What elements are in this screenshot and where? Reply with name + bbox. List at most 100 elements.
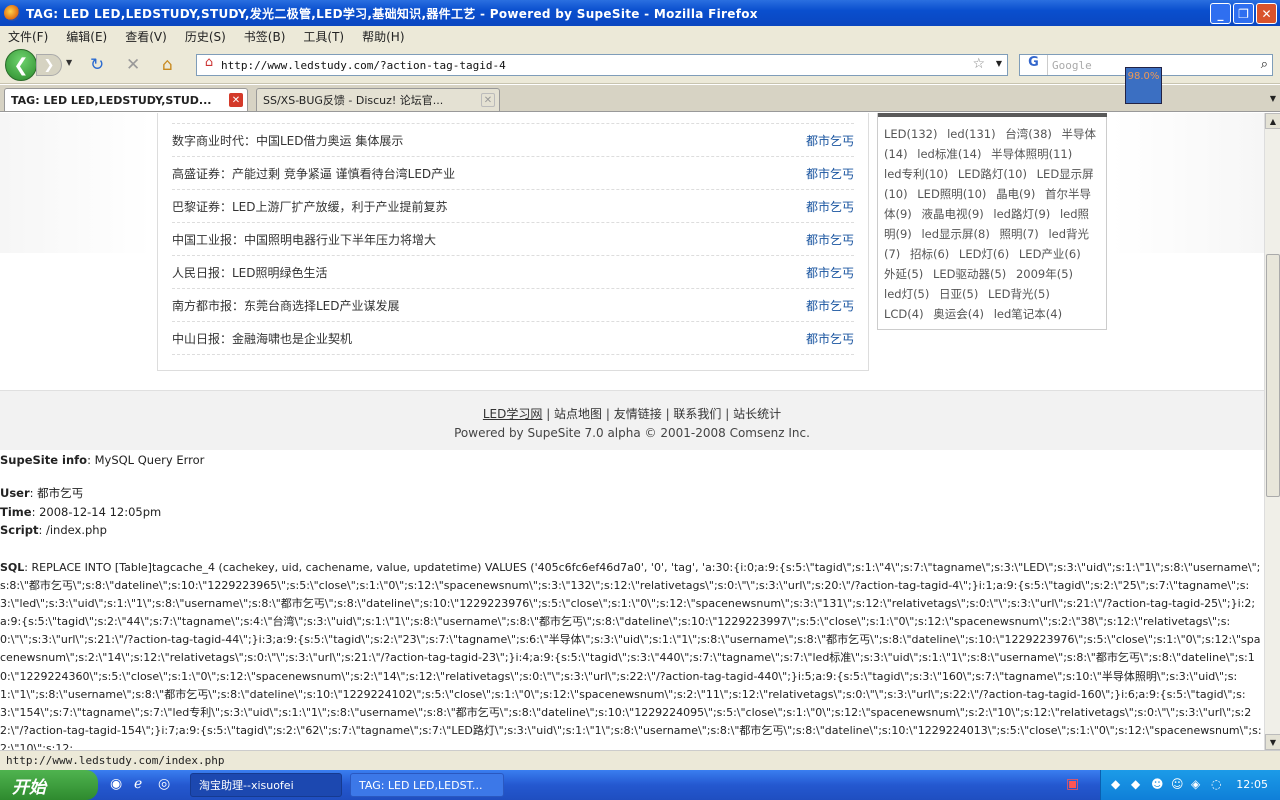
url-dropdown-icon[interactable]: ▼ — [996, 59, 1002, 68]
powered-by-text: Powered by SupeSite 7.0 alpha © 2001-200… — [454, 426, 810, 440]
article-title-link[interactable]: 中山日报：金融海啸也是企业契机 — [172, 330, 352, 347]
footer-link-contact[interactable]: 联系我们 — [673, 407, 721, 421]
list-item[interactable]: 数字商业时代：中国LED借力奥运 集体展示 都市乞丐 — [172, 124, 854, 157]
tray-qq-icon[interactable]: ☻ — [1151, 777, 1164, 791]
scrollbar-thumb[interactable] — [1266, 254, 1280, 497]
tag-link[interactable]: 招标(6) — [910, 247, 949, 261]
tag-link[interactable]: led笔记本(4) — [994, 307, 1062, 321]
menu-edit[interactable]: 编辑(E) — [66, 28, 107, 45]
close-tab-icon[interactable]: ✕ — [229, 93, 243, 107]
menu-help[interactable]: 帮助(H) — [362, 28, 404, 45]
footer-link-stats[interactable]: 站长统计 — [733, 407, 781, 421]
tab-tag-led[interactable]: TAG: LED LED,LEDSTUDY,STUD... ✕ — [4, 88, 248, 111]
article-author-link[interactable]: 都市乞丐 — [806, 165, 854, 182]
article-title-link[interactable]: 中国工业报：中国照明电器行业下半年压力将增大 — [172, 231, 436, 248]
tag-link[interactable]: LCD(4) — [884, 307, 924, 321]
tag-link[interactable]: 奥运会(4) — [933, 307, 984, 321]
article-title-link[interactable]: 人民日报：LED照明绿色生活 — [172, 264, 328, 281]
tag-link[interactable]: LED(132) — [884, 127, 937, 141]
tag-link[interactable]: LED背光(5) — [988, 287, 1050, 301]
article-author-link[interactable]: 都市乞丐 — [806, 231, 854, 248]
tag-link[interactable]: 外延(5) — [884, 267, 923, 281]
tray-s-icon[interactable]: ▣ — [1066, 776, 1079, 792]
reload-icon[interactable]: ↻ — [90, 55, 104, 75]
list-item[interactable]: 南方都市报：东莞台商选择LED产业谋发展 都市乞丐 — [172, 289, 854, 322]
tray-misc-icon[interactable]: ◌ — [1211, 777, 1221, 791]
scroll-up-arrow-icon[interactable]: ▲ — [1265, 113, 1280, 129]
tag-link[interactable]: led标准(14) — [917, 147, 981, 161]
article-author-link[interactable]: 都市乞丐 — [806, 264, 854, 281]
scroll-down-arrow-icon[interactable]: ▼ — [1265, 734, 1280, 750]
history-dropdown-icon[interactable]: ▼ — [66, 58, 72, 67]
tag-link[interactable]: 晶电(9) — [996, 187, 1035, 201]
tray-app-icon[interactable]: ☺ — [1171, 777, 1184, 791]
menu-tools[interactable]: 工具(T) — [303, 28, 344, 45]
tab-discuz-bug[interactable]: SS/XS-BUG反馈 - Discuz! 论坛官... ✕ — [256, 88, 500, 111]
taskbar-item-taobao[interactable]: 淘宝助理--xisuofei — [190, 773, 342, 797]
footer-link-home[interactable]: LED学习网 — [483, 407, 543, 421]
tag-link[interactable]: led显示屏(8) — [921, 227, 989, 241]
forward-button[interactable]: ❯ — [36, 54, 62, 76]
footer-link-friends[interactable]: 友情链接 — [614, 407, 662, 421]
search-icon[interactable]: ⌕ — [1261, 57, 1268, 72]
close-window-button[interactable]: ✕ — [1256, 3, 1277, 24]
bookmark-star-icon[interactable]: ☆ — [972, 56, 985, 72]
tray-volume-icon[interactable]: ◆ — [1131, 777, 1140, 791]
start-button[interactable]: 开始 — [0, 770, 98, 800]
tag-link[interactable]: 半导体照明(11) — [991, 147, 1072, 161]
tray-network-icon[interactable]: ◆ — [1111, 777, 1120, 791]
article-author-link[interactable]: 都市乞丐 — [806, 330, 854, 347]
article-title-link[interactable]: 南方都市报：东莞台商选择LED产业谋发展 — [172, 297, 400, 314]
list-item[interactable]: 中山日报：金融海啸也是企业契机 都市乞丐 — [172, 322, 854, 355]
menu-bookmarks[interactable]: 书签(B) — [244, 28, 286, 45]
tag-link[interactable]: 日亚(5) — [939, 287, 978, 301]
tag-link[interactable]: LED驱动器(5) — [933, 267, 1006, 281]
tray-shield-icon[interactable]: ◈ — [1191, 777, 1200, 791]
tab-list-dropdown-icon[interactable]: ▼ — [1270, 94, 1276, 103]
error-script-value: : /index.php — [38, 523, 107, 537]
google-engine-icon[interactable]: G — [1020, 55, 1048, 75]
close-tab-icon[interactable]: ✕ — [481, 93, 495, 107]
tag-link[interactable]: LED路灯(10) — [958, 167, 1027, 181]
tag-link[interactable]: LED产业(6) — [1019, 247, 1081, 261]
tag-link[interactable]: LED灯(6) — [959, 247, 1009, 261]
article-author-link[interactable]: 都市乞丐 — [806, 297, 854, 314]
tag-link[interactable]: led(131) — [947, 127, 996, 141]
tag-link[interactable]: LED照明(10) — [917, 187, 986, 201]
article-title-link[interactable]: 高盛证券：产能过剩 竞争紧逼 谨慎看待台湾LED产业 — [172, 165, 455, 182]
footer-link-sitemap[interactable]: 站点地图 — [554, 407, 602, 421]
article-author-link[interactable]: 都市乞丐 — [806, 198, 854, 215]
tag-link[interactable]: led专利(10) — [884, 167, 948, 181]
quicklaunch-firefox-icon[interactable]: ◉ — [110, 776, 122, 792]
menu-history[interactable]: 历史(S) — [185, 28, 226, 45]
list-item[interactable]: 巴黎证券：LED上游厂扩产放缓，利于产业提前复苏 都市乞丐 — [172, 190, 854, 223]
list-item[interactable]: 人民日报：LED照明绿色生活 都市乞丐 — [172, 256, 854, 289]
list-item[interactable]: 高盛证券：产能过剩 竞争紧逼 谨慎看待台湾LED产业 都市乞丐 — [172, 157, 854, 190]
menu-file[interactable]: 文件(F) — [8, 28, 48, 45]
back-button[interactable]: ❮ — [5, 49, 37, 81]
stop-icon[interactable]: ✕ — [126, 55, 140, 75]
error-sql-value: : REPLACE INTO [Table]tagcache_4 (cachek… — [0, 561, 1262, 750]
url-text[interactable]: http://www.ledstudy.com/?action-tag-tagi… — [221, 59, 506, 72]
vertical-scrollbar[interactable]: ▲ ▼ — [1264, 113, 1280, 750]
article-title-link[interactable]: 数字商业时代：中国LED借力奥运 集体展示 — [172, 132, 403, 149]
quicklaunch-ie-icon[interactable]: ℯ — [134, 776, 142, 792]
article-author-link[interactable]: 都市乞丐 — [806, 132, 854, 149]
tag-link[interactable]: led路灯(9) — [993, 207, 1050, 221]
tag-link[interactable]: led灯(5) — [884, 287, 929, 301]
home-icon[interactable]: ⌂ — [162, 55, 173, 75]
tag-link[interactable]: 液晶电视(9) — [921, 207, 983, 221]
maximize-button[interactable]: ❐ — [1233, 3, 1254, 24]
tag-link[interactable]: 2009年(5) — [1016, 267, 1073, 281]
menu-view[interactable]: 查看(V) — [125, 28, 167, 45]
quicklaunch-qq-icon[interactable]: ◎ — [158, 776, 170, 792]
tag-link[interactable]: 照明(7) — [999, 227, 1038, 241]
url-bar[interactable]: ⌂ http://www.ledstudy.com/?action-tag-ta… — [196, 54, 1008, 76]
tag-link[interactable]: 台湾(38) — [1005, 127, 1052, 141]
minimize-button[interactable]: _ — [1210, 3, 1231, 24]
search-input[interactable]: Google — [1048, 59, 1092, 72]
article-title-link[interactable]: 巴黎证券：LED上游厂扩产放缓，利于产业提前复苏 — [172, 198, 448, 215]
list-item[interactable]: 中国工业报：中国照明电器行业下半年压力将增大 都市乞丐 — [172, 223, 854, 256]
taskbar-item-firefox[interactable]: TAG: LED LED,LEDST... — [350, 773, 504, 797]
clock: 12:05 — [1236, 778, 1268, 791]
